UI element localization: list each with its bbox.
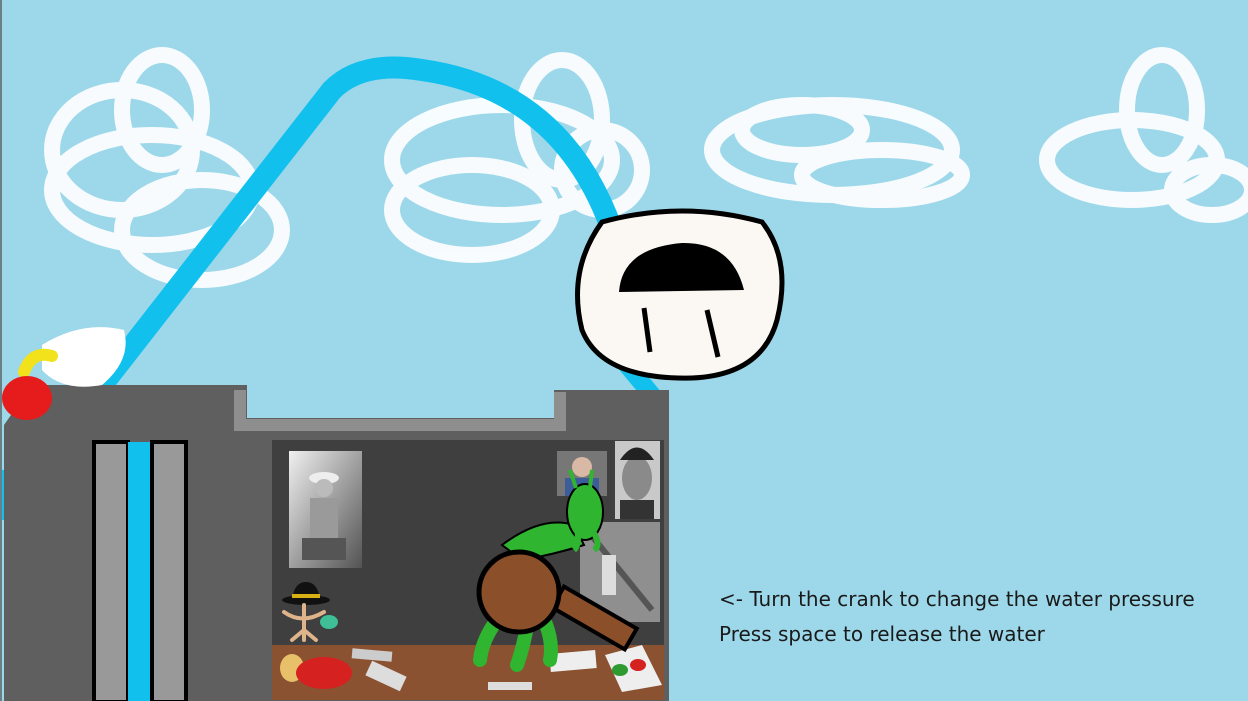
instruction-crank: <- Turn the crank to change the water pr…: [719, 587, 1195, 611]
cloud-1: [44, 47, 290, 288]
game-scene[interactable]: <- Turn the crank to change the water pr…: [0, 0, 1248, 701]
instructions-panel: <- Turn the crank to change the water pr…: [719, 582, 1195, 652]
pipe-columns: [92, 440, 188, 701]
cloud-3: [704, 97, 970, 208]
cloud-4: [1039, 47, 1248, 223]
instruction-space: Press space to release the water: [719, 622, 1045, 646]
machine-top-slot: [234, 390, 566, 431]
wall-photo-farmer: [289, 451, 362, 568]
shower-head-icon: [575, 208, 785, 381]
wall-photo-portrait: [615, 441, 660, 519]
